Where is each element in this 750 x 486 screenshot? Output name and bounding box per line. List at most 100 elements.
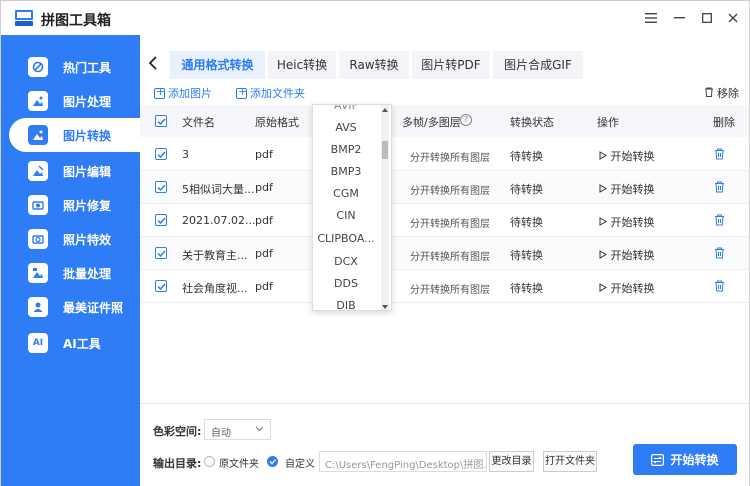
add-folder-icon <box>236 85 247 99</box>
dropdown-option[interactable]: AVIF <box>313 105 379 112</box>
sidebar-item-photo-effects[interactable]: 照片特效 <box>1 224 140 254</box>
tab-raw[interactable]: Raw转换 <box>339 51 409 79</box>
dropdown-option[interactable]: CLIPBOA... <box>313 232 379 245</box>
row-checkbox[interactable] <box>155 247 167 259</box>
sidebar-item-image-edit[interactable]: 图片编辑 <box>1 156 140 186</box>
sidebar-item-label: 图片编辑 <box>63 165 112 179</box>
format-dropdown-list[interactable]: AVIF AVS BMP2 BMP3 CGM CIN CLIPBOA... DC… <box>312 104 392 311</box>
select-all-checkbox[interactable] <box>155 115 167 127</box>
image-process-icon <box>28 91 48 111</box>
table-row[interactable]: 关于教育主... pdf 分开转换所有图层 待转换 开始转换 <box>140 237 749 270</box>
row-start-button[interactable]: 开始转换 <box>599 148 655 164</box>
dropdown-option[interactable]: AVS <box>313 121 379 134</box>
row-start-label: 开始转换 <box>610 216 655 229</box>
sidebar-item-image-process[interactable]: 图片处理 <box>1 86 140 116</box>
row-start-button[interactable]: 开始转换 <box>599 214 655 230</box>
radio-custom-folder[interactable] <box>267 456 278 467</box>
row-delete-icon[interactable] <box>714 214 725 229</box>
radio-original-folder[interactable] <box>204 456 215 467</box>
output-path-input[interactable]: C:\Users\FengPing\Desktop\拼图... <box>319 451 487 472</box>
table-row[interactable]: 3 pdf 分开转换所有图层 待转换 开始转换 <box>140 138 749 171</box>
row-layers[interactable]: 分开转换所有图层 <box>410 281 490 296</box>
row-status: 待转换 <box>510 249 543 262</box>
app-logo-icon <box>15 10 33 26</box>
original-folder-label: 原文件夹 <box>219 459 259 470</box>
sidebar-item-photo-repair[interactable]: 照片修复 <box>1 190 140 220</box>
dropdown-option[interactable]: DCX <box>313 255 379 268</box>
change-dir-button[interactable]: 更改目录 <box>489 451 534 472</box>
tab-general-format[interactable]: 通用格式转换 <box>170 51 265 79</box>
row-delete-icon[interactable] <box>714 280 725 295</box>
image-edit-icon <box>28 161 48 181</box>
add-folder-button[interactable]: 添加文件夹 <box>236 85 305 101</box>
add-image-icon <box>154 85 165 99</box>
maximize-icon[interactable] <box>697 8 717 28</box>
sidebar-item-label: AI工具 <box>63 337 101 351</box>
sidebar-item-ai-tools[interactable]: AI AI工具 <box>1 328 140 358</box>
row-layers[interactable]: 分开转换所有图层 <box>410 248 490 263</box>
sidebar-item-label: 热门工具 <box>63 61 112 75</box>
sidebar-item-hot-tools[interactable]: 热门工具 <box>1 52 140 82</box>
image-convert-icon <box>28 125 48 145</box>
header-status: 转换状态 <box>510 116 554 129</box>
table-row[interactable]: 5相似词大量... pdf 分开转换所有图层 待转换 开始转换 <box>140 171 749 204</box>
sidebar-item-image-convert[interactable]: 图片转换 <box>9 118 150 152</box>
tab-heic[interactable]: Heic转换 <box>268 51 336 79</box>
table-row[interactable]: 社会角度视... pdf 分开转换所有图层 待转换 开始转换 <box>140 270 749 303</box>
table-row[interactable]: 2021.07.02... pdf 分开转换所有图层 待转换 开始转换 <box>140 204 749 237</box>
row-start-label: 开始转换 <box>610 282 655 295</box>
toolbar: 添加图片 添加文件夹 移除 <box>140 83 749 103</box>
tab-image-to-pdf[interactable]: 图片转PDF <box>412 51 490 79</box>
row-layers[interactable]: 分开转换所有图层 <box>410 182 490 197</box>
dropdown-option[interactable]: CIN <box>313 209 379 222</box>
dropdown-option[interactable]: DDS <box>313 277 379 290</box>
dropdown-option[interactable]: BMP3 <box>313 165 379 178</box>
add-folder-label: 添加文件夹 <box>250 87 305 100</box>
sidebar-item-batch-process[interactable]: 批量处理 <box>1 258 140 288</box>
color-space-value: 自动 <box>211 428 231 439</box>
start-convert-button[interactable]: 开始转换 <box>633 444 737 475</box>
add-image-button[interactable]: 添加图片 <box>154 85 212 101</box>
row-start-button[interactable]: 开始转换 <box>599 280 655 296</box>
start-convert-label: 开始转换 <box>670 453 719 467</box>
dropdown-scrollbar[interactable] <box>381 105 389 310</box>
row-delete-icon[interactable] <box>714 247 725 262</box>
sidebar-item-label: 照片特效 <box>63 233 112 247</box>
dropdown-option[interactable]: BMP2 <box>313 143 379 156</box>
header-action: 操作 <box>597 116 619 129</box>
row-checkbox[interactable] <box>155 181 167 193</box>
row-layers[interactable]: 分开转换所有图层 <box>410 215 490 230</box>
row-status: 待转换 <box>510 150 543 163</box>
row-layers[interactable]: 分开转换所有图层 <box>410 149 490 164</box>
row-checkbox[interactable] <box>155 148 167 160</box>
dropdown-option[interactable]: DIB <box>313 299 379 310</box>
header-layers: 多帧/多图层 <box>402 116 461 129</box>
help-icon[interactable]: ? <box>460 114 472 126</box>
menu-icon[interactable] <box>641 8 661 28</box>
dropdown-option[interactable]: CGM <box>313 187 379 200</box>
row-start-button[interactable]: 开始转换 <box>599 181 655 197</box>
header-delete: 删除 <box>713 116 735 129</box>
color-space-label: 色彩空间: <box>153 425 202 438</box>
back-icon[interactable] <box>148 55 158 74</box>
header-orig-format: 原始格式 <box>255 116 299 129</box>
play-icon <box>599 217 607 226</box>
open-folder-button[interactable]: 打开文件夹 <box>543 451 597 472</box>
row-checkbox[interactable] <box>155 280 167 292</box>
row-checkbox[interactable] <box>155 214 167 226</box>
dropdown-scroll-thumb[interactable] <box>382 141 388 159</box>
output-settings: 色彩空间: 自动 输出目录: 原文件夹 自定义 C:\Users\FengPin… <box>140 403 749 486</box>
close-icon[interactable] <box>723 8 743 28</box>
row-delete-icon[interactable] <box>714 181 725 196</box>
row-delete-icon[interactable] <box>714 148 725 163</box>
row-start-button[interactable]: 开始转换 <box>599 247 655 263</box>
photo-repair-icon <box>28 195 48 215</box>
sidebar-item-id-photo[interactable]: 最美证件照 <box>1 292 140 322</box>
scroll-down-icon[interactable] <box>381 304 389 310</box>
scroll-up-icon[interactable] <box>381 107 389 113</box>
remove-button[interactable]: 移除 <box>704 85 739 101</box>
minimize-icon[interactable] <box>669 8 689 28</box>
tab-image-to-gif[interactable]: 图片合成GIF <box>493 51 583 79</box>
color-space-select[interactable]: 自动 <box>204 419 271 440</box>
play-icon <box>599 151 607 160</box>
